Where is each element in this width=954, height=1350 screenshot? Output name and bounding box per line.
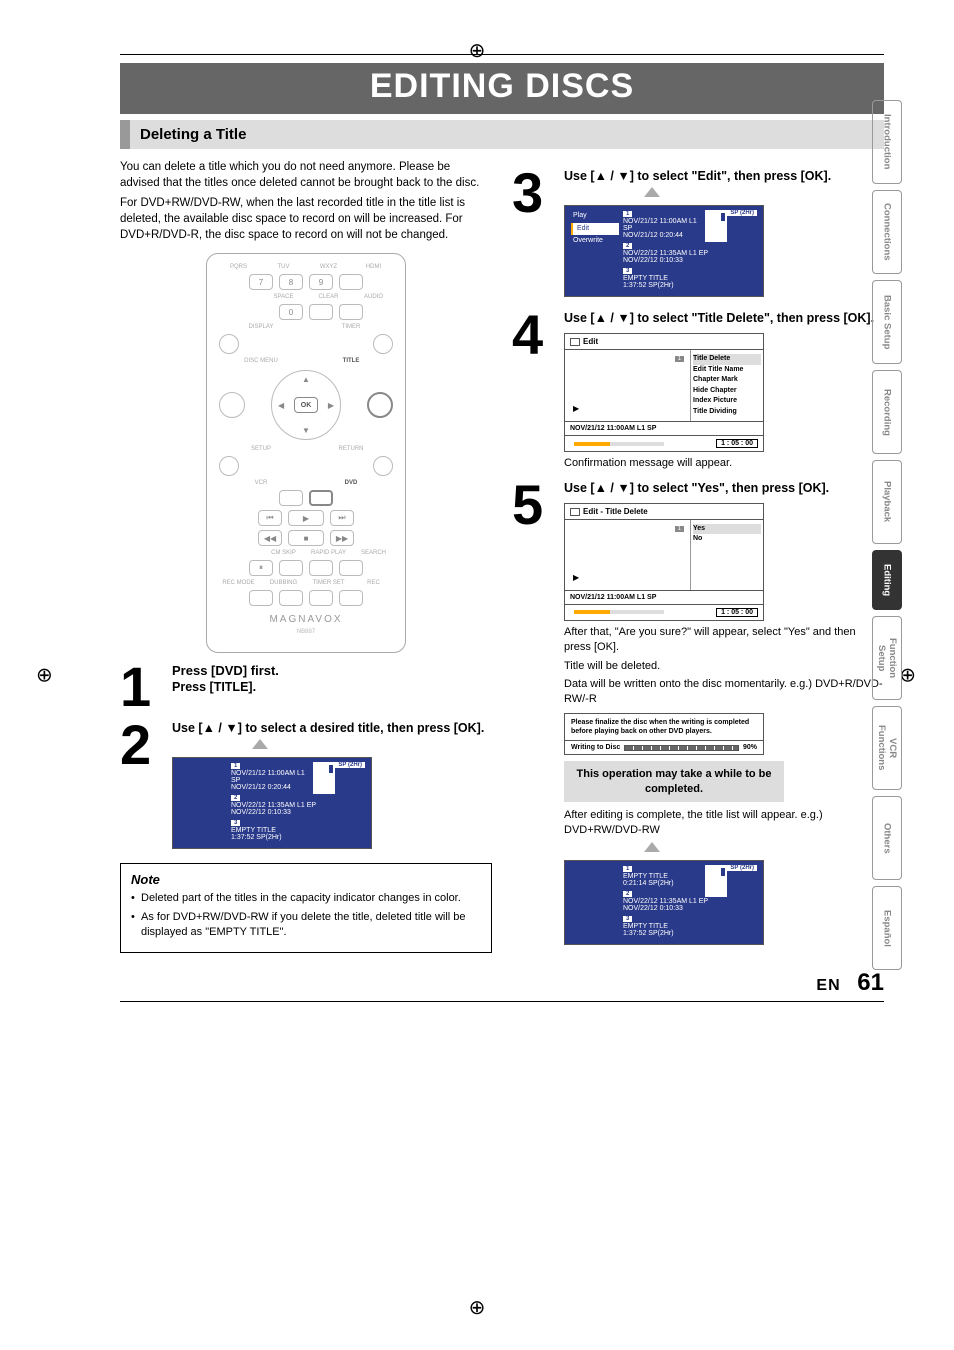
tab-espanol: Español bbox=[872, 886, 902, 970]
dpad: ▲ ▼ ◀ ▶ OK bbox=[271, 370, 341, 440]
up-triangle-icon bbox=[644, 842, 660, 852]
play-icon: ▶ bbox=[573, 573, 579, 582]
title-list-screen: SP (2Hr) 1 NOV/21/12 11:00AM L1 SP NOV/2… bbox=[172, 757, 372, 849]
rule-top bbox=[120, 54, 884, 55]
crop-mark-top: ⊕ bbox=[469, 38, 486, 63]
note-heading: Note bbox=[131, 872, 160, 887]
page-title: EDITING DISCS bbox=[120, 63, 884, 114]
section-heading: Deleting a Title bbox=[120, 120, 884, 149]
tab-connections: Connections bbox=[872, 190, 902, 274]
disc-menu-button bbox=[219, 392, 245, 418]
thumbnail-icon bbox=[705, 210, 727, 242]
progress-bar bbox=[624, 745, 739, 751]
up-arrow-icon: ▲ bbox=[302, 375, 310, 384]
down-arrow-icon: ▼ bbox=[302, 426, 310, 435]
title-button bbox=[367, 392, 393, 418]
step-number: 2 bbox=[120, 721, 164, 853]
operation-warning: This operation may take a while to be co… bbox=[564, 761, 784, 802]
writing-progress-screen: Please finalize the disc when the writin… bbox=[564, 713, 764, 755]
step-number: 4 bbox=[512, 311, 556, 471]
brand-logo: MAGNAVOX bbox=[269, 614, 342, 625]
edit-list-screen: Play Edit Overwrite SP (2Hr) 1 NOV/21/12… bbox=[564, 205, 764, 297]
tab-recording: Recording bbox=[872, 370, 902, 454]
step-1: 1 Press [DVD] first. Press [TITLE]. bbox=[120, 663, 492, 711]
right-arrow-icon: ▶ bbox=[328, 401, 334, 410]
disc-icon bbox=[570, 508, 580, 516]
note-item: Deleted part of the titles in the capaci… bbox=[131, 891, 481, 906]
tab-playback: Playback bbox=[872, 460, 902, 544]
thumbnail-icon bbox=[313, 762, 335, 794]
up-triangle-icon bbox=[644, 187, 660, 197]
step-number: 1 bbox=[120, 663, 164, 711]
note-item: As for DVD+RW/DVD-RW if you delete the t… bbox=[131, 910, 481, 940]
step-number: 3 bbox=[512, 169, 556, 301]
intro-p1: You can delete a title which you do not … bbox=[120, 159, 492, 191]
page-footer: EN 61 bbox=[120, 969, 884, 997]
tab-function-setup: Function Setup bbox=[872, 616, 902, 700]
tab-vcr-functions: VCR Functions bbox=[872, 706, 902, 790]
dvd-button bbox=[309, 490, 333, 506]
side-tabs: Introduction Connections Basic Setup Rec… bbox=[872, 100, 902, 970]
step-4: 4 Use [▲ / ▼] to select "Title Delete", … bbox=[512, 311, 884, 471]
remote-illustration: PQRS TUV WXYZ HDMI 7 8 9 SPACE CLEAR AUD… bbox=[206, 253, 406, 653]
page-number: 61 bbox=[857, 969, 884, 996]
step-number: 5 bbox=[512, 481, 556, 949]
step-2: 2 Use [▲ / ▼] to select a desired title,… bbox=[120, 721, 492, 853]
disc-icon bbox=[570, 338, 580, 346]
crop-mark-bottom: ⊕ bbox=[469, 1295, 486, 1320]
play-icon: ▶ bbox=[573, 404, 579, 413]
rule-bottom bbox=[120, 1001, 884, 1002]
step-5: 5 Use [▲ / ▼] to select "Yes", then pres… bbox=[512, 481, 884, 949]
tab-editing: Editing bbox=[872, 550, 902, 610]
up-triangle-icon bbox=[252, 739, 268, 749]
left-arrow-icon: ◀ bbox=[278, 401, 284, 410]
title-list-after-screen: SP (2Hr) 1 EMPTY TITLE 0:21:14 SP(2Hr) 2… bbox=[564, 860, 764, 945]
ok-button: OK bbox=[294, 397, 318, 413]
note-box: Note Deleted part of the titles in the c… bbox=[120, 863, 492, 953]
display-button bbox=[219, 334, 239, 354]
thumbnail-icon bbox=[705, 865, 727, 897]
step-3: 3 Use [▲ / ▼] to select "Edit", then pre… bbox=[512, 169, 884, 301]
return-button bbox=[373, 456, 393, 476]
edit-menu-screen: Edit 1 ▶ Title Delete Edit Title Name Ch… bbox=[564, 333, 764, 452]
confirm-screen: Edit - Title Delete 1 ▶ Yes No bbox=[564, 503, 764, 621]
tab-introduction: Introduction bbox=[872, 100, 902, 184]
intro-p2: For DVD+RW/DVD-RW, when the last recorde… bbox=[120, 195, 492, 243]
crop-mark-left: ⊕ bbox=[36, 663, 53, 688]
vcr-button bbox=[279, 490, 303, 506]
timer-button bbox=[373, 334, 393, 354]
tab-others: Others bbox=[872, 796, 902, 880]
setup-button bbox=[219, 456, 239, 476]
tab-basic-setup: Basic Setup bbox=[872, 280, 902, 364]
intro-text: You can delete a title which you do not … bbox=[120, 159, 492, 243]
